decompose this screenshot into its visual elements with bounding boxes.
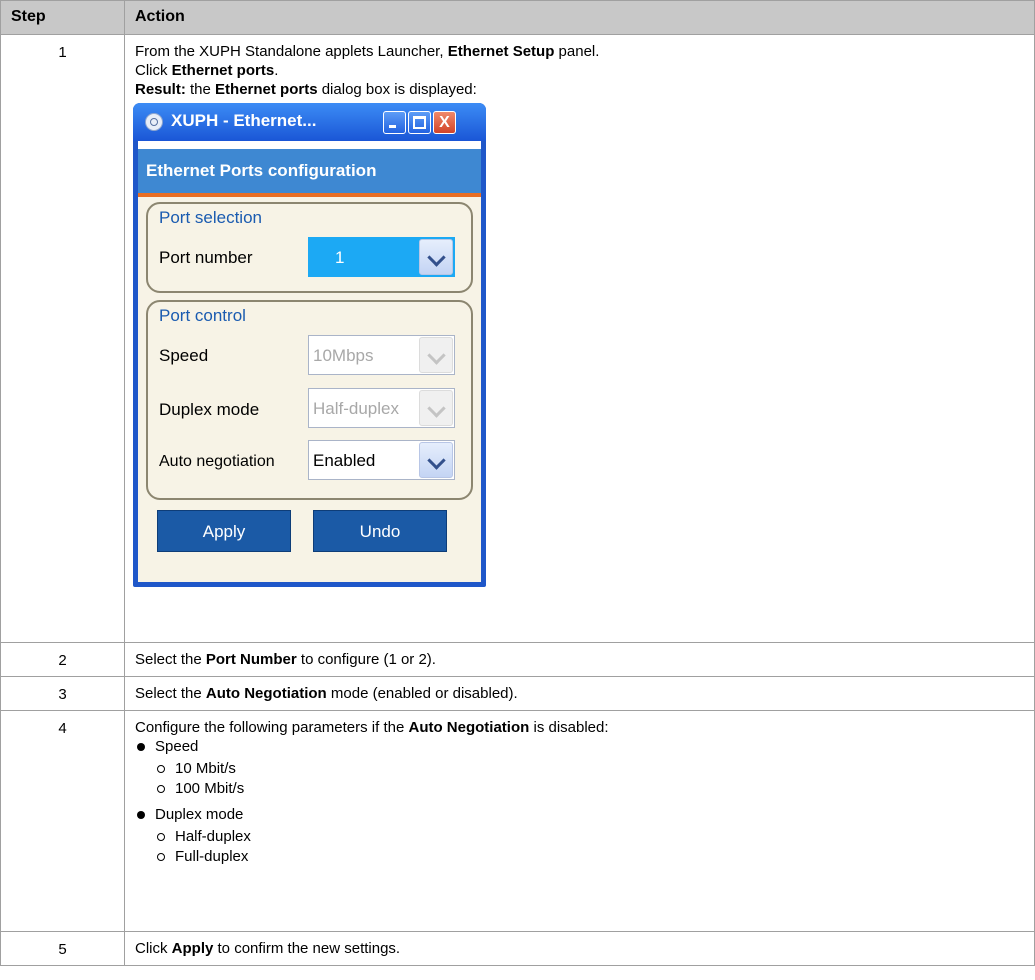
port-selection-label: Port selection	[159, 208, 262, 227]
step-number-cell: 4	[0, 710, 125, 932]
step-number-cell: 1	[0, 34, 125, 643]
table-row: 3 Select the Auto Negotiation mode (enab…	[0, 676, 1035, 711]
list-item: Half-duplex	[155, 827, 1024, 847]
duplex-mode-value: Half-duplex	[313, 399, 399, 418]
dialog-body: Ethernet Ports configuration Port select…	[138, 141, 481, 582]
action-cell: Click Apply to confirm the new settings.	[124, 931, 1035, 966]
dialog-title-bar[interactable]: XUPH - Ethernet... X	[133, 103, 486, 141]
duplex-mode-select: Half-duplex	[308, 388, 455, 428]
table-row: 2 Select the Port Number to configure (1…	[0, 642, 1035, 677]
list-item: 100 Mbit/s	[155, 779, 1024, 799]
auto-negotiation-label: Auto negotiation	[159, 453, 275, 470]
procedure-table: Step Action 1 From the XUPH Standalone a…	[0, 0, 1035, 966]
dialog-header-title: Ethernet Ports configuration	[146, 161, 377, 180]
apply-button[interactable]: Apply	[157, 510, 291, 552]
chevron-down-icon[interactable]	[419, 442, 453, 478]
app-icon	[145, 113, 163, 131]
step-number-cell: 3	[0, 676, 125, 711]
instruction-line: Click Ethernet ports.	[135, 62, 279, 79]
minimize-button[interactable]	[383, 111, 406, 134]
dialog-header: Ethernet Ports configuration	[138, 149, 481, 197]
auto-negotiation-select[interactable]: Enabled	[308, 440, 455, 480]
action-cell: From the XUPH Standalone applets Launche…	[124, 34, 1035, 643]
parameter-list: Speed 10 Mbit/s 100 Mbit/s Duplex mode H…	[135, 737, 1024, 867]
list-item: Duplex mode Half-duplex Full-duplex	[137, 805, 1024, 867]
result-line: Result: the Ethernet ports dialog box is…	[135, 81, 477, 98]
auto-negotiation-value: Enabled	[313, 451, 376, 470]
table-header-row: Step Action	[0, 0, 1035, 35]
maximize-button[interactable]	[408, 111, 431, 134]
close-icon: X	[439, 114, 450, 131]
option-list: Half-duplex Full-duplex	[155, 827, 1024, 867]
port-selection-group: Port selection Port number 1	[146, 202, 473, 293]
step-column-header: Step	[0, 0, 125, 35]
port-number-select[interactable]: 1	[308, 237, 455, 277]
chevron-down-icon[interactable]	[419, 239, 453, 275]
instruction-line: From the XUPH Standalone applets Launche…	[135, 43, 600, 60]
port-number-value: 1	[335, 248, 345, 267]
step-number-cell: 2	[0, 642, 125, 677]
port-control-label: Port control	[159, 306, 246, 325]
port-control-group: Port control Speed 10Mbps Duplex mode Ha…	[146, 300, 473, 500]
option-list: 10 Mbit/s 100 Mbit/s	[155, 759, 1024, 799]
undo-button[interactable]: Undo	[313, 510, 447, 552]
list-item: Speed 10 Mbit/s 100 Mbit/s	[137, 737, 1024, 799]
list-item: Full-duplex	[155, 847, 1024, 867]
chevron-down-icon	[419, 390, 453, 426]
dialog-content: Port selection Port number 1 Port contro…	[138, 197, 481, 582]
chevron-down-icon	[419, 337, 453, 373]
speed-label: Speed	[159, 346, 209, 365]
close-button[interactable]: X	[433, 111, 456, 134]
step-number-cell: 5	[0, 931, 125, 966]
duplex-mode-label: Duplex mode	[159, 400, 260, 419]
instruction-line: Configure the following parameters if th…	[135, 719, 609, 736]
port-number-label: Port number	[159, 248, 253, 267]
dialog-title: XUPH - Ethernet...	[171, 111, 317, 130]
action-cell: Select the Port Number to configure (1 o…	[124, 642, 1035, 677]
table-row: 5 Click Apply to confirm the new setting…	[0, 931, 1035, 966]
ethernet-ports-dialog: XUPH - Ethernet... X Ethernet Ports conf…	[133, 103, 486, 587]
action-cell: Configure the following parameters if th…	[124, 710, 1035, 932]
speed-value: 10Mbps	[313, 346, 374, 365]
speed-select: 10Mbps	[308, 335, 455, 375]
action-cell: Select the Auto Negotiation mode (enable…	[124, 676, 1035, 711]
table-row: 1 From the XUPH Standalone applets Launc…	[0, 34, 1035, 643]
table-row: 4 Configure the following parameters if …	[0, 710, 1035, 932]
list-item: 10 Mbit/s	[155, 759, 1024, 779]
action-column-header: Action	[124, 0, 1035, 35]
